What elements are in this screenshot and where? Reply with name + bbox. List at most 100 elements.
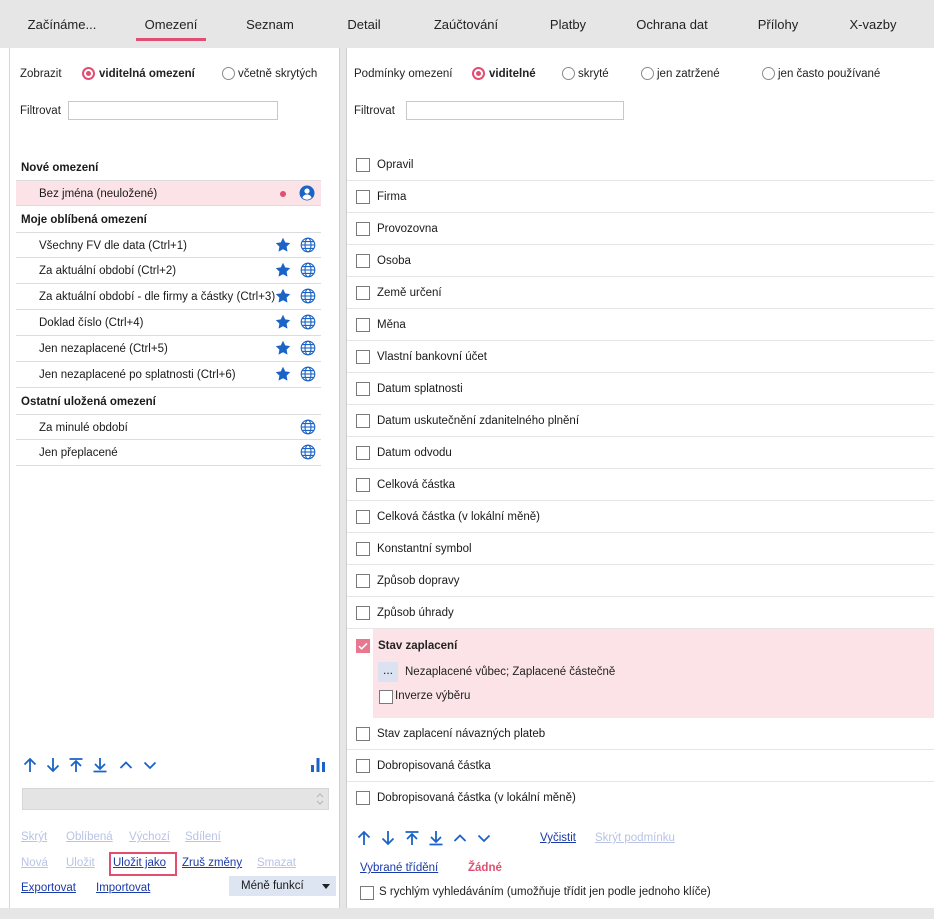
tab-payments[interactable]: Platby	[540, 0, 596, 48]
radio-cond-visible-label[interactable]: viditelné	[489, 68, 536, 80]
condition-row[interactable]: Dobropisovaná částka	[347, 750, 934, 782]
move-top-icon[interactable]	[404, 830, 420, 846]
move-down-icon[interactable]	[380, 830, 396, 846]
tab-restrictions[interactable]: Omezení	[136, 0, 206, 48]
condition-checkbox[interactable]	[356, 190, 370, 204]
share-link[interactable]: Sdílení	[185, 831, 221, 843]
favorite-item[interactable]: Jen nezaplacené (Ctrl+5)	[16, 336, 321, 362]
condition-row[interactable]: Datum odvodu	[347, 437, 934, 469]
condition-checkbox[interactable]	[356, 222, 370, 236]
condition-checkbox[interactable]	[356, 158, 370, 172]
chevron-down-icon[interactable]	[476, 830, 492, 846]
radio-cond-marked-label[interactable]: jen zatržené	[657, 68, 720, 80]
quick-search-checkbox[interactable]	[360, 886, 374, 900]
favorite-item[interactable]: Za aktuální období - dle firmy a částky …	[16, 284, 321, 310]
condition-row[interactable]: Způsob úhrady	[347, 597, 934, 629]
move-top-icon[interactable]	[68, 757, 84, 773]
clear-link[interactable]: Vyčistit	[540, 832, 576, 844]
favorite-item[interactable]: Jen nezaplacené po splatnosti (Ctrl+6)	[16, 362, 321, 388]
radio-include-hidden-label[interactable]: včetně skrytých	[238, 68, 317, 80]
less-functions-button[interactable]: Méně funkcí	[229, 876, 336, 896]
spinner-icon[interactable]	[316, 792, 324, 806]
condition-checkbox[interactable]	[356, 727, 370, 741]
save-link[interactable]: Uložit	[66, 857, 95, 869]
hide-condition-link[interactable]: Skrýt podmínku	[595, 832, 675, 844]
condition-checkbox[interactable]	[356, 350, 370, 364]
move-up-icon[interactable]	[22, 757, 38, 773]
condition-checkbox[interactable]	[356, 759, 370, 773]
condition-checkbox[interactable]	[356, 574, 370, 588]
favorite-item[interactable]: Všechny FV dle data (Ctrl+1)	[16, 232, 321, 258]
tab-x-links[interactable]: X-vazby	[838, 0, 908, 48]
condition-row[interactable]: Celková částka (v lokální měně)	[347, 501, 934, 533]
condition-row[interactable]: Stav zaplacení návazných plateb	[347, 718, 934, 750]
condition-checkbox[interactable]	[356, 791, 370, 805]
delete-link[interactable]: Smazat	[257, 857, 296, 869]
condition-checkbox[interactable]	[356, 414, 370, 428]
condition-row[interactable]: Vlastní bankovní účet	[347, 341, 934, 373]
move-up-icon[interactable]	[356, 830, 372, 846]
chevron-up-icon[interactable]	[452, 830, 468, 846]
radio-cond-frequent-label[interactable]: jen často používané	[778, 68, 880, 80]
condition-row[interactable]: Země určení	[347, 277, 934, 309]
import-link[interactable]: Importovat	[96, 882, 150, 894]
panel-splitter[interactable]	[339, 48, 347, 910]
tab-data-protection[interactable]: Ochrana dat	[626, 0, 718, 48]
saved-item[interactable]: Za minulé období	[16, 414, 321, 440]
radio-visible-restrictions-label[interactable]: viditelná omezení	[99, 68, 195, 80]
condition-checkbox[interactable]	[356, 382, 370, 396]
filter-input[interactable]	[68, 101, 278, 120]
star-icon[interactable]	[275, 340, 291, 356]
tab-list[interactable]: Seznam	[236, 0, 304, 48]
inverse-checkbox[interactable]	[379, 690, 393, 704]
condition-checkbox[interactable]	[356, 446, 370, 460]
undo-changes-link[interactable]: Zruš změny	[182, 857, 242, 869]
condition-row[interactable]: Dobropisovaná částka (v lokální měně)	[347, 782, 934, 814]
star-icon[interactable]	[275, 314, 291, 330]
export-link[interactable]: Exportovat	[21, 882, 76, 894]
hide-link[interactable]: Skrýt	[21, 831, 47, 843]
condition-row[interactable]: Celková částka	[347, 469, 934, 501]
tab-accounting[interactable]: Zaúčtování	[422, 0, 510, 48]
statistics-icon[interactable]	[310, 756, 326, 772]
cond-filter-input[interactable]	[406, 101, 624, 120]
radio-cond-frequent[interactable]	[762, 67, 775, 80]
tab-getting-started[interactable]: Začínáme...	[22, 0, 102, 48]
condition-checkbox[interactable]	[356, 254, 370, 268]
radio-cond-hidden[interactable]	[562, 67, 575, 80]
move-down-icon[interactable]	[45, 757, 61, 773]
condition-checkbox[interactable]	[356, 510, 370, 524]
condition-checkbox[interactable]	[356, 478, 370, 492]
condition-row[interactable]: Měna	[347, 309, 934, 341]
radio-cond-marked[interactable]	[641, 67, 654, 80]
select-values-button[interactable]: ...	[378, 662, 398, 682]
radio-visible-restrictions[interactable]	[82, 67, 95, 80]
condition-checkbox[interactable]	[356, 318, 370, 332]
default-link[interactable]: Výchozí	[129, 831, 170, 843]
condition-row[interactable]: Datum uskutečnění zdanitelného plnění	[347, 405, 934, 437]
new-restriction-item[interactable]: Bez jména (neuložené)	[16, 180, 321, 206]
favorite-item[interactable]: Doklad číslo (Ctrl+4)	[16, 310, 321, 336]
condition-checkbox[interactable]	[356, 542, 370, 556]
condition-row[interactable]: Způsob dopravy	[347, 565, 934, 597]
move-bottom-icon[interactable]	[428, 830, 444, 846]
restriction-name-field[interactable]	[22, 788, 329, 810]
tab-detail[interactable]: Detail	[340, 0, 388, 48]
favorite-item[interactable]: Za aktuální období (Ctrl+2)	[16, 258, 321, 284]
new-link[interactable]: Nová	[21, 857, 48, 869]
star-icon[interactable]	[275, 366, 291, 382]
tab-attachments[interactable]: Přílohy	[748, 0, 808, 48]
condition-checkbox[interactable]	[356, 606, 370, 620]
condition-checkbox[interactable]	[356, 286, 370, 300]
condition-row[interactable]: Datum splatnosti	[347, 373, 934, 405]
radio-include-hidden[interactable]	[222, 67, 235, 80]
favorite-link[interactable]: Oblíbená	[66, 831, 113, 843]
condition-row[interactable]: Firma	[347, 181, 934, 213]
save-as-link[interactable]: Uložit jako	[113, 857, 166, 869]
move-bottom-icon[interactable]	[92, 757, 108, 773]
condition-row[interactable]: Opravil	[347, 149, 934, 181]
chevron-up-icon[interactable]	[118, 757, 134, 773]
star-icon[interactable]	[275, 288, 291, 304]
selected-sort-link[interactable]: Vybrané třídění	[360, 862, 438, 874]
radio-cond-hidden-label[interactable]: skryté	[578, 68, 609, 80]
